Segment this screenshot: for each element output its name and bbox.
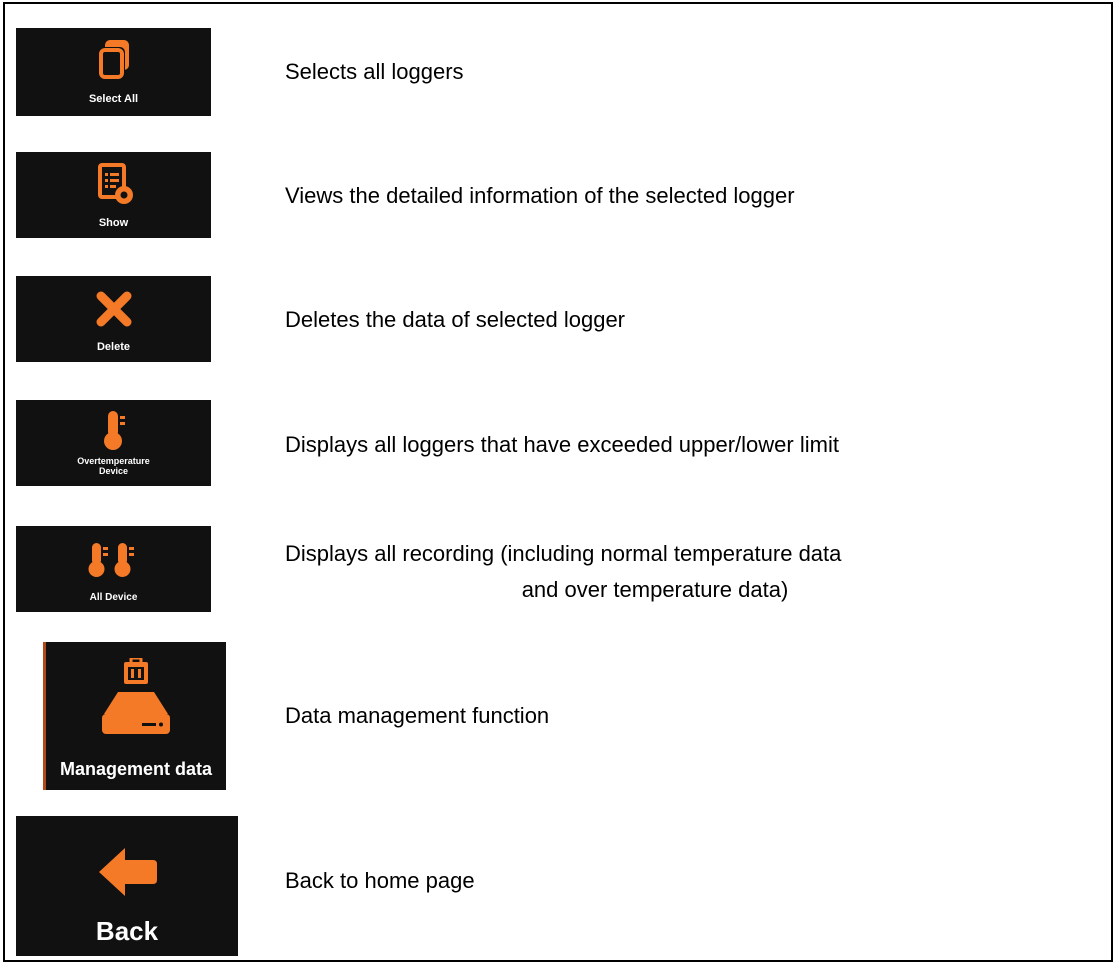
select-all-label: Select All xyxy=(88,93,139,105)
management-data-description: Data management function xyxy=(285,703,550,728)
all-device-description-line1: Displays all recording (including normal… xyxy=(285,541,842,566)
back-arrow-icon xyxy=(95,844,159,900)
show-button[interactable]: Show xyxy=(16,152,211,238)
overtemperature-device-button[interactable]: Overtemperature Device xyxy=(16,400,211,486)
show-description: Views the detailed information of the se… xyxy=(285,183,795,208)
thermometer-icon xyxy=(101,408,127,452)
show-label: Show xyxy=(98,217,129,229)
all-device-button[interactable]: All Device xyxy=(16,526,211,612)
overtemperature-description: Displays all loggers that have exceeded … xyxy=(285,432,839,457)
two-thermometers-icon xyxy=(86,540,142,580)
management-data-button[interactable]: Management data xyxy=(43,642,226,790)
back-description: Back to home page xyxy=(285,868,475,893)
data-management-icon xyxy=(96,658,176,738)
delete-description: Deletes the data of selected logger xyxy=(285,307,626,332)
management-data-label: Management data xyxy=(59,759,213,779)
back-label: Back xyxy=(95,916,159,946)
select-all-icon xyxy=(93,38,135,82)
select-all-description: Selects all loggers xyxy=(285,59,464,84)
delete-icon xyxy=(95,290,133,328)
all-device-label: All Device xyxy=(89,592,138,603)
page-frame: Select All Selects all loggers Show View… xyxy=(3,2,1113,962)
delete-label: Delete xyxy=(96,341,131,353)
select-all-button[interactable]: Select All xyxy=(16,28,211,116)
delete-button[interactable]: Delete xyxy=(16,276,211,362)
show-icon xyxy=(94,162,134,206)
overtemperature-label-line2: Device xyxy=(98,466,129,476)
back-button[interactable]: Back xyxy=(16,816,238,956)
all-device-description-line2: and over temperature data) xyxy=(521,577,789,602)
